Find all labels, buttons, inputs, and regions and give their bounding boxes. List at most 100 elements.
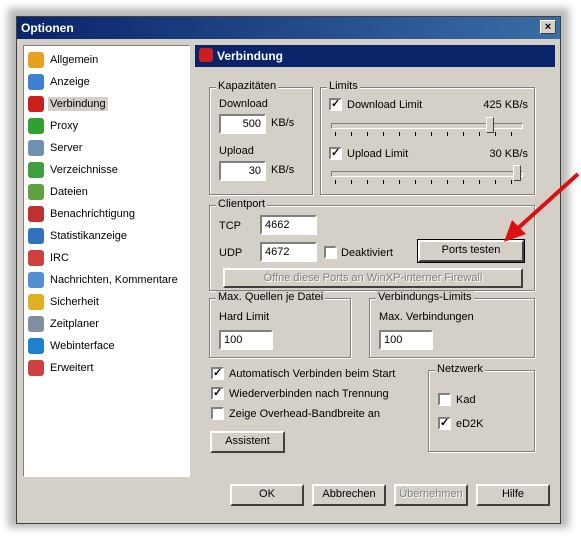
calendar-icon [28,316,44,332]
files-icon [28,184,44,200]
upload-slider-track [331,171,523,177]
nav-item-label: Nachrichten, Kommentare [50,274,178,286]
hard-limit-label: Hard Limit [219,311,270,323]
nav-item-proxy[interactable]: Proxy [28,116,80,136]
capacity-group: Kapazitäten Download 500 KB/s Upload 30 … [209,80,313,195]
nav-item-label: Verbindung [48,97,108,111]
panel-header: Verbindung [195,45,555,67]
irc-icon [28,250,44,266]
auto-connect-label: Automatisch Verbinden beim Start [229,368,396,380]
nav-item-allgemein[interactable]: Allgemein [28,50,100,70]
upload-limit-label: Upload Limit [347,148,409,160]
reconnect-label: Wiederverbinden nach Trennung [229,388,389,400]
window-title: Optionen [21,21,74,35]
messages-icon [28,272,44,288]
kad-checkbox[interactable] [438,393,451,406]
red-arrow-annotation [504,172,580,242]
nav-item-label: Anzeige [50,76,90,88]
upload-capacity-input[interactable]: 30 [219,161,266,181]
nav-item-label: Erweitert [50,362,94,374]
nav-item-sicherheit[interactable]: Sicherheit [28,292,101,312]
tcp-label: TCP [219,220,241,232]
nav-item-label: IRC [50,252,69,264]
max-connections-input[interactable]: 100 [379,330,433,350]
upload-unit: KB/s [271,164,295,176]
nav-item-label: Allgemein [50,54,99,66]
network-legend: Netzwerk [435,363,485,375]
upload-limit-value: 30 KB/s [489,148,528,160]
download-unit: KB/s [271,117,295,129]
network-group: Netzwerk Kad ✓ eD2K [428,363,535,452]
udp-port-input[interactable]: 4672 [260,242,317,262]
udp-disabled-checkbox[interactable] [324,246,337,259]
lock-icon [28,294,44,310]
overhead-bandwidth-label: Zeige Overhead-Bandbreite an [229,408,381,420]
nav-item-verzeichnisse[interactable]: Verzeichnisse [28,160,120,180]
plug-icon [28,96,44,112]
help-button[interactable]: Hilfe [476,484,550,506]
nav-item-verbindung[interactable]: Verbindung [28,94,108,114]
max-connections-label: Max. Verbindungen [379,311,474,323]
folder-icon [28,162,44,178]
nav-item-anzeige[interactable]: Anzeige [28,72,92,92]
advanced-icon [28,360,44,376]
cancel-button[interactable]: Abbrechen [312,484,386,506]
gear-icon [28,52,44,68]
nav-item-label: Webinterface [50,340,115,352]
nav-item-label: Verzeichnisse [50,164,118,176]
upload-limit-checkbox[interactable]: ✓ [329,147,342,160]
nav-item-benachrichtigung[interactable]: Benachrichtigung [28,204,137,224]
download-capacity-input[interactable]: 500 [219,114,266,134]
nav-item-webinterface[interactable]: Webinterface [28,336,117,356]
nav-item-nachrichten-kommentare[interactable]: Nachrichten, Kommentare [28,270,180,290]
nav-item-irc[interactable]: IRC [28,248,71,268]
arrow-shaft [514,172,580,232]
nav-item-zeitplaner[interactable]: Zeitplaner [28,314,101,334]
download-limit-checkbox[interactable]: ✓ [329,98,342,111]
assistant-button[interactable]: Assistent [210,431,285,453]
hard-limit-input[interactable]: 100 [219,330,273,350]
connection-limits-legend: Verbindungs-Limits [376,291,474,303]
options-dialog: Optionen × Allgemein Anzeige Verbindung Pro… [16,16,561,524]
download-slider-track [331,123,523,129]
nav-item-dateien[interactable]: Dateien [28,182,90,202]
ok-button[interactable]: OK [230,484,304,506]
open-firewall-ports-button[interactable]: Öffne diese Ports an WinXP-interner Fire… [223,268,523,288]
max-sources-legend: Max. Quellen je Datei [216,291,326,303]
plug-icon [199,48,213,62]
kad-label: Kad [456,394,476,406]
ed2k-label: eD2K [456,418,484,430]
tcp-port-input[interactable]: 4662 [260,215,317,235]
proxy-icon [28,118,44,134]
nav-item-server[interactable]: Server [28,138,84,158]
capacity-legend: Kapazitäten [216,80,279,92]
nav-item-label: Statistikanzeige [50,230,128,242]
panel-title: Verbindung [217,49,283,63]
ed2k-checkbox[interactable]: ✓ [438,417,451,430]
server-icon [28,140,44,156]
nav-item-erweitert[interactable]: Erweitert [28,358,95,378]
stats-icon [28,228,44,244]
nav-item-label: Server [50,142,83,154]
apply-button[interactable]: Übernehmen [394,484,468,506]
title-bar[interactable]: Optionen × [17,17,560,39]
monitor-icon [28,74,44,90]
upload-slider-ticks [335,180,521,184]
limits-legend: Limits [327,80,360,92]
nav-item-statistikanzeige[interactable]: Statistikanzeige [28,226,129,246]
overhead-bandwidth-checkbox[interactable] [211,407,224,420]
nav-item-label: Sicherheit [50,296,99,308]
download-slider-thumb[interactable] [485,117,494,133]
download-limit-label: Download Limit [347,99,423,111]
clientport-legend: Clientport [216,198,268,210]
upload-label: Upload [219,145,254,157]
udp-label: UDP [219,247,243,259]
globe-icon [28,338,44,354]
nav-item-label: Proxy [50,120,79,132]
notify-icon [28,206,44,222]
nav-item-label: Zeitplaner [50,318,99,330]
close-button[interactable]: × [540,20,556,34]
auto-connect-checkbox[interactable]: ✓ [211,367,224,380]
options-nav-list[interactable]: Allgemein Anzeige Verbindung Proxy Server Ver… [23,45,190,477]
reconnect-checkbox[interactable]: ✓ [211,387,224,400]
